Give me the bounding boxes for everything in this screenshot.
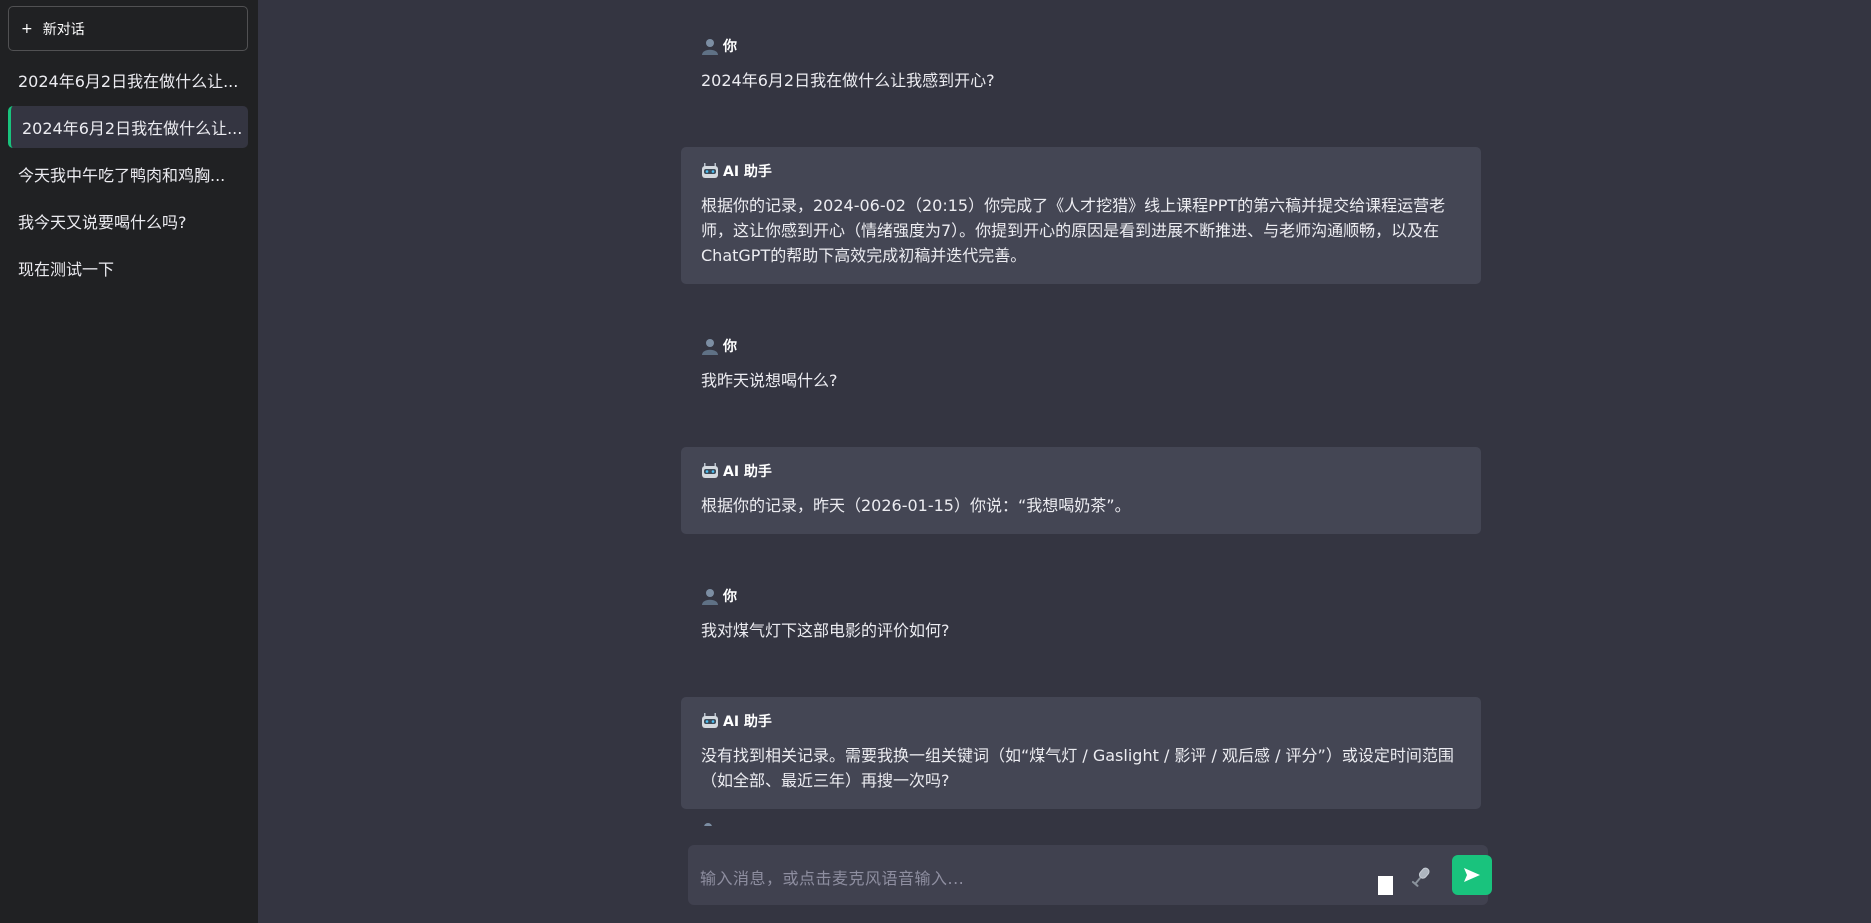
message-sender: 你 — [723, 339, 737, 355]
ai-message: AI 助手 根据你的记录，2024-06-02（20:15）你完成了《人才挖猎》… — [681, 147, 1481, 284]
new-chat-button[interactable]: + 新对话 — [8, 6, 248, 51]
history-item[interactable]: 2024年6月2日我在做什么让... — [8, 59, 248, 101]
new-chat-label: 新对话 — [42, 21, 85, 38]
message-text: 根据你的记录，2024-06-02（20:15）你完成了《人才挖猎》线上课程PP… — [701, 196, 1446, 265]
robot-icon — [702, 163, 718, 178]
message-header: 你 — [701, 36, 1461, 56]
message-input-bar — [688, 845, 1492, 905]
ai-message: AI 助手 根据你的记录，昨天（2026-01-15）你说：“我想喝奶茶”。 — [681, 447, 1481, 534]
history-item[interactable]: 现在测试一下 — [8, 247, 248, 289]
user-avatar-icon — [702, 589, 718, 605]
sidebar: + 新对话 2024年6月2日我在做什么让... 2024年6月2日我在做什么让… — [0, 0, 258, 923]
message-sender: 你 — [723, 589, 737, 605]
message-sender: AI 助手 — [723, 714, 772, 730]
history-item[interactable]: 今天我中午吃了鸭肉和鸡胸... — [8, 153, 248, 195]
send-icon — [1464, 868, 1480, 882]
chat-area: 你 2024年6月2日我在做什么让我感到开心? AI 助手 根据你的记录，202… — [258, 0, 1871, 923]
plus-icon: + — [21, 20, 33, 37]
message-sender: AI 助手 — [723, 164, 772, 180]
history-item-active[interactable]: 2024年6月2日我在做什么让... — [8, 106, 248, 148]
microphone-icon[interactable] — [1409, 865, 1433, 889]
chat-history-list: 2024年6月2日我在做什么让... 2024年6月2日我在做什么让... 今天… — [8, 59, 248, 294]
message-header: AI 助手 — [701, 711, 1461, 731]
user-avatar-icon — [702, 39, 718, 55]
user-message: 你 我昨天说想喝什么? — [681, 322, 1481, 409]
message-header: AI 助手 — [701, 161, 1461, 181]
user-message: 你 我对煤气灯下这部电影的评价如何? — [681, 572, 1481, 659]
message-header: AI 助手 — [701, 461, 1461, 481]
text-cursor — [1378, 876, 1393, 895]
message-text: 我对煤气灯下这部电影的评价如何? — [701, 621, 950, 640]
user-avatar-icon — [704, 823, 712, 826]
message-text: 没有找到相关记录。需要我换一组关键词（如“煤气灯 / Gaslight / 影评… — [701, 746, 1454, 790]
message-input[interactable] — [700, 865, 1360, 891]
user-avatar-icon — [702, 339, 718, 355]
message-sender: AI 助手 — [723, 464, 772, 480]
user-message: 你 2024年6月2日我在做什么让我感到开心? — [681, 22, 1481, 109]
ai-message: AI 助手 没有找到相关记录。需要我换一组关键词（如“煤气灯 / Gasligh… — [681, 697, 1481, 809]
send-button[interactable] — [1452, 855, 1492, 895]
message-header: 你 — [701, 586, 1461, 606]
message-header: 你 — [701, 336, 1461, 356]
message-sender: 你 — [723, 39, 737, 55]
robot-icon — [702, 713, 718, 728]
message-text: 根据你的记录，昨天（2026-01-15）你说：“我想喝奶茶”。 — [701, 496, 1131, 515]
message-list[interactable]: 你 2024年6月2日我在做什么让我感到开心? AI 助手 根据你的记录，202… — [681, 22, 1481, 825]
history-item[interactable]: 我今天又说要喝什么吗? — [8, 200, 248, 242]
robot-icon — [702, 463, 718, 478]
message-text: 2024年6月2日我在做什么让我感到开心? — [701, 71, 995, 90]
message-text: 我昨天说想喝什么? — [701, 371, 838, 390]
